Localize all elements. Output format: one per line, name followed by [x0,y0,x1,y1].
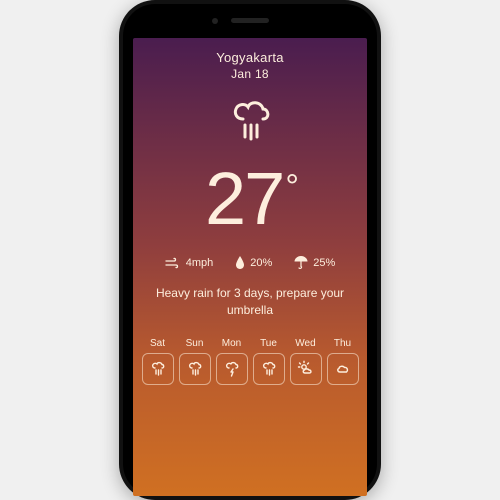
humidity-value: 20% [250,257,272,269]
day-label: Sat [150,338,165,349]
temperature-value: 27° [205,162,295,236]
precip-stat: 25% [294,256,335,269]
rain-icon [253,353,285,385]
forecast-day-sun[interactable]: Sun [179,338,211,385]
forecast-day-mon[interactable]: Mon [216,338,248,385]
stats-row: 4mph 20% 25% [165,256,336,269]
cloud-icon [327,353,359,385]
day-label: Mon [222,338,241,349]
thunder-icon [216,353,248,385]
forecast-day-sat[interactable]: Sat [142,338,174,385]
forecast-day-wed[interactable]: Wed [290,338,322,385]
date-label: Jan 18 [231,67,269,81]
rain-icon [142,353,174,385]
forecast-day-tue[interactable]: Tue [253,338,285,385]
day-label: Wed [295,338,315,349]
wind-icon [165,257,181,269]
temperature-number: 27 [205,157,283,240]
day-label: Thu [334,338,351,349]
forecast-description: Heavy rain for 3 days, prepare your umbr… [143,285,357,320]
front-camera [212,18,218,24]
weather-app-screen[interactable]: Yogyakarta Jan 18 27° [133,38,367,496]
day-label: Tue [260,338,277,349]
humidity-stat: 20% [235,256,272,269]
droplet-icon [235,256,245,269]
forecast-day-thu[interactable]: Thu [327,338,359,385]
location-label: Yogyakarta [216,50,284,65]
forecast-row[interactable]: Sat Sun [143,338,357,385]
phone-device: Yogyakarta Jan 18 27° [119,0,381,500]
partly-sunny-icon [290,353,322,385]
degree-symbol: ° [285,168,297,206]
phone-bezel: Yogyakarta Jan 18 27° [123,4,377,496]
rain-icon [179,353,211,385]
umbrella-icon [294,256,308,269]
rain-icon [223,95,277,154]
wind-value: 4mph [186,257,214,269]
day-label: Sun [186,338,204,349]
earpiece [231,18,269,23]
precip-value: 25% [313,257,335,269]
wind-stat: 4mph [165,257,214,269]
